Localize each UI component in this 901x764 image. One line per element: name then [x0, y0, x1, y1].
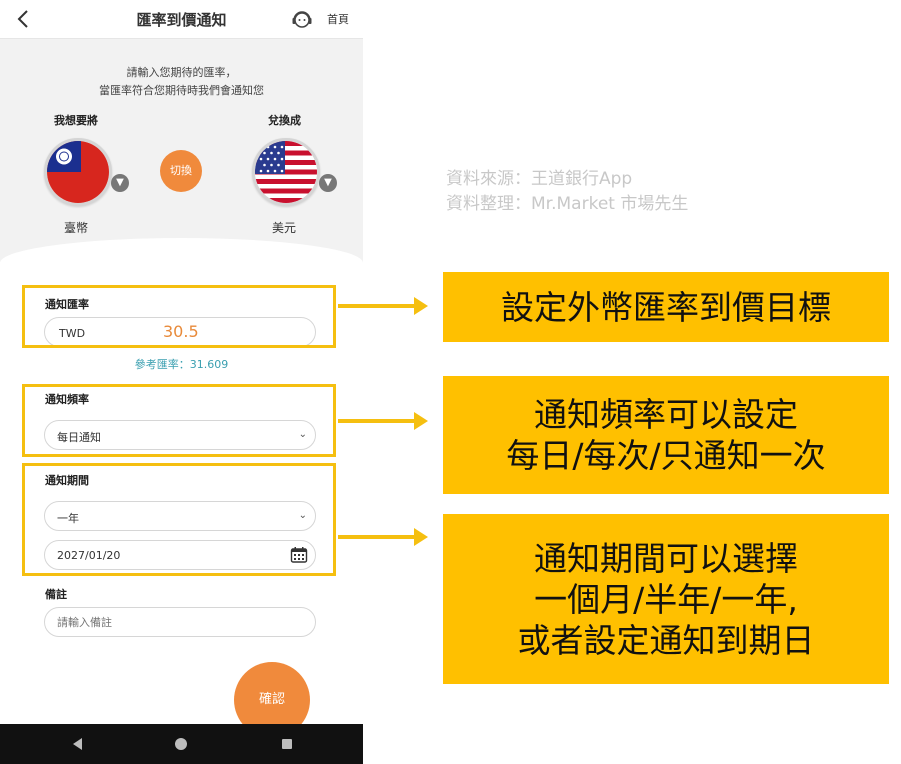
source-note: 資料來源：王道銀行App	[446, 169, 633, 189]
nav-recent-button[interactable]	[279, 736, 295, 752]
taiwan-flag-icon	[47, 141, 109, 203]
highlight-box-period	[22, 463, 336, 576]
callout-line: 或者設定通知到期日	[517, 620, 815, 660]
callout-period: 通知期間可以選擇 一個月/半年/一年, 或者設定通知到期日	[443, 514, 889, 684]
customer-service-button[interactable]	[290, 7, 314, 31]
compiler-note: 資料整理：Mr.Market 市場先生	[446, 194, 689, 214]
phone-screen: 匯率到價通知 首頁 請輸入您期待的匯率， 當匯率符合您期待時我們會通知您 我想要…	[0, 0, 363, 764]
intro-text-line2: 當匯率符合您期待時我們會通知您	[99, 84, 264, 97]
note-field-title: 備註	[45, 588, 67, 601]
nav-back-button[interactable]	[70, 736, 86, 752]
android-nav-bar	[0, 724, 363, 764]
app-header: 匯率到價通知 首頁	[0, 0, 363, 39]
from-currency-name: 臺幣	[64, 221, 89, 235]
callout-line: 設定外幣匯率到價目標	[501, 287, 831, 327]
to-dropdown-caret-icon[interactable]: ▼	[319, 174, 337, 192]
callout-line: 通知頻率可以設定	[534, 395, 798, 434]
to-currency-selector[interactable]	[252, 138, 320, 206]
intro-text-line1: 請輸入您期待的匯率，	[126, 66, 237, 79]
callout-line: 一個月/半年/一年,	[534, 579, 798, 619]
arrow-right-icon	[338, 412, 428, 430]
switch-currency-button[interactable]: 切換	[160, 150, 202, 192]
from-dropdown-caret-icon[interactable]: ▼	[111, 174, 129, 192]
callout-frequency: 通知頻率可以設定 每日/每次/只通知一次	[443, 376, 889, 494]
highlight-box-rate	[22, 285, 336, 348]
from-currency-selector[interactable]	[44, 138, 112, 206]
nav-home-button[interactable]	[173, 736, 189, 752]
highlight-box-frequency	[22, 384, 336, 457]
arrow-right-icon	[338, 528, 428, 546]
to-currency-name: 美元	[272, 221, 297, 235]
to-currency-label: 兌換成	[268, 114, 301, 127]
note-input[interactable]	[44, 607, 316, 637]
square-recent-icon	[282, 739, 292, 749]
callout-line: 通知期間可以選擇	[534, 538, 798, 578]
reference-rate: 參考匯率：31.609	[134, 358, 229, 371]
circle-home-icon	[175, 738, 187, 750]
headset-icon	[292, 11, 312, 28]
callout-line: 每日/每次/只通知一次	[506, 436, 826, 475]
from-currency-label: 我想要將	[54, 114, 98, 127]
home-link[interactable]: 首頁	[327, 11, 349, 27]
arrow-right-icon	[338, 297, 428, 315]
usa-flag-icon	[255, 141, 317, 203]
callout-rate-target: 設定外幣匯率到價目標	[443, 272, 889, 342]
triangle-back-icon	[73, 738, 82, 750]
